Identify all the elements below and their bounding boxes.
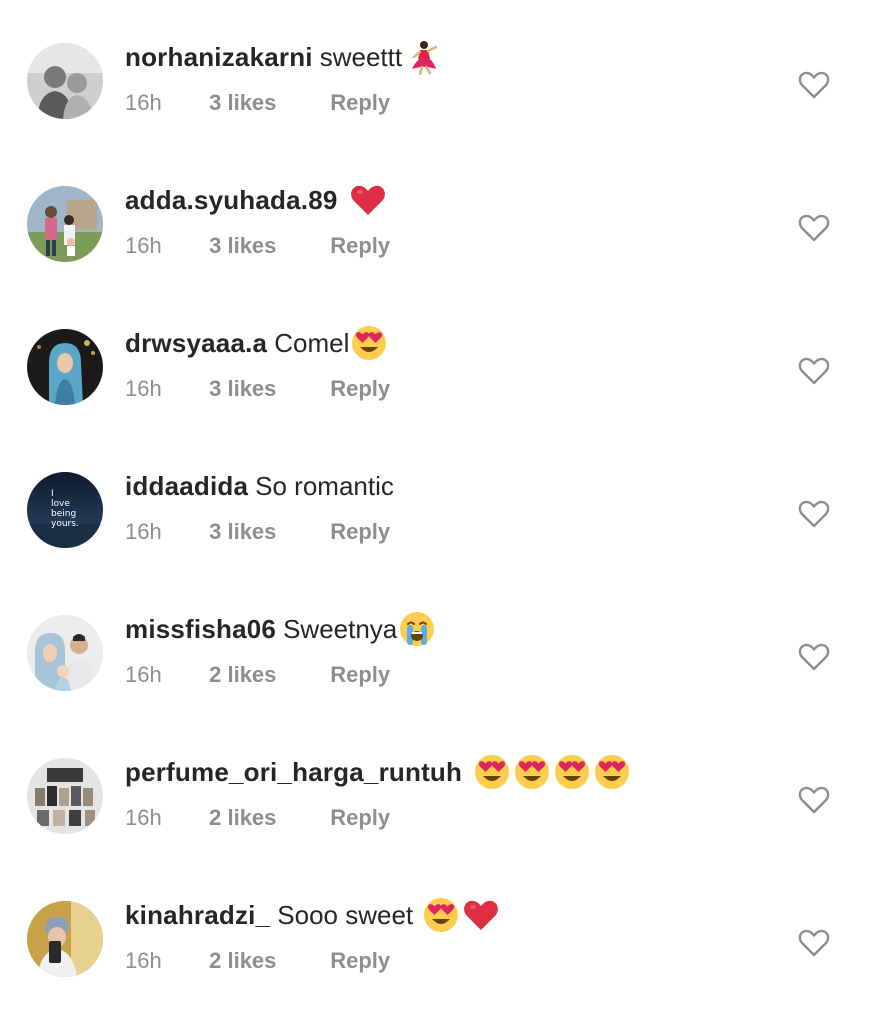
avatar[interactable]	[27, 901, 103, 977]
like-heart-icon[interactable]	[798, 927, 830, 959]
emoji-group	[474, 754, 634, 790]
username[interactable]: norhanizakarni	[125, 42, 313, 72]
timestamp: 16h	[125, 90, 162, 115]
likes-count[interactable]: 2 likes	[209, 662, 324, 688]
emoji-group	[423, 897, 503, 933]
comment-item: adda.syuhada.89 16h 3 likes Reply	[0, 185, 880, 295]
comment-text: So romantic	[255, 471, 394, 501]
likes-count[interactable]: 3 likes	[209, 233, 324, 259]
username[interactable]: missfisha06	[125, 614, 276, 644]
avatar-text-line: yours.	[51, 519, 79, 529]
comment-line: iddaadida So romantic	[125, 471, 394, 501]
avatar-text-line: I	[51, 489, 54, 499]
reply-button[interactable]: Reply	[330, 233, 390, 259]
timestamp: 16h	[125, 519, 162, 544]
reply-button[interactable]: Reply	[330, 90, 390, 116]
comment-meta: 16h 3 likes Reply	[125, 376, 390, 402]
loudly-crying-emoji	[399, 611, 435, 647]
like-heart-icon[interactable]	[798, 641, 830, 673]
reply-button[interactable]: Reply	[330, 376, 390, 402]
username[interactable]: iddaadida	[125, 471, 248, 501]
username[interactable]: perfume_ori_harga_runtuh	[125, 757, 462, 787]
comment-meta: 16h 3 likes Reply	[125, 233, 390, 259]
heart-eyes-emoji	[594, 754, 630, 790]
username[interactable]: adda.syuhada.89	[125, 185, 338, 215]
timestamp: 16h	[125, 233, 162, 258]
emoji-group	[351, 325, 391, 361]
comment-item: perfume_ori_harga_runtuh 16h 2 likes Rep…	[0, 754, 880, 867]
comment-item: kinahradzi_ Sooo sweet 16h 2 likes Reply	[0, 897, 880, 1010]
comment-list: norhanizakarni sweettt 16h 3 likes Reply…	[0, 0, 880, 1000]
heart-eyes-emoji	[423, 897, 459, 933]
likes-count[interactable]: 3 likes	[209, 519, 324, 545]
avatar-text-line: love	[51, 499, 70, 509]
comment-meta: 16h 3 likes Reply	[125, 519, 390, 545]
comment-item: norhanizakarni sweettt 16h 3 likes Reply	[0, 39, 880, 152]
comment-text: Sweetnya	[283, 614, 398, 644]
red-heart-emoji	[463, 897, 499, 933]
likes-count[interactable]: 2 likes	[209, 805, 324, 831]
heart-eyes-emoji	[351, 325, 387, 361]
username[interactable]: kinahradzi_	[125, 900, 270, 930]
username[interactable]: drwsyaaa.a	[125, 328, 267, 358]
timestamp: 16h	[125, 948, 162, 973]
reply-button[interactable]: Reply	[330, 805, 390, 831]
emoji-group	[404, 39, 444, 75]
avatar[interactable]	[27, 615, 103, 691]
comment-item: missfisha06 Sweetnya 16h 2 likes Reply	[0, 611, 880, 724]
like-heart-icon[interactable]	[798, 212, 830, 244]
dancer-emoji	[404, 39, 440, 75]
comment-line: kinahradzi_ Sooo sweet	[125, 897, 503, 933]
heart-eyes-emoji	[514, 754, 550, 790]
avatar[interactable]	[27, 329, 103, 405]
avatar[interactable]	[27, 758, 103, 834]
comment-line: drwsyaaa.a Comel	[125, 325, 391, 361]
likes-count[interactable]: 3 likes	[209, 376, 324, 402]
likes-count[interactable]: 2 likes	[209, 948, 324, 974]
heart-eyes-emoji	[474, 754, 510, 790]
comment-line: adda.syuhada.89	[125, 185, 390, 215]
comment-text: Sooo sweet	[277, 900, 414, 930]
like-heart-icon[interactable]	[798, 355, 830, 387]
comment-line: norhanizakarni sweettt	[125, 39, 444, 75]
like-heart-icon[interactable]	[798, 498, 830, 530]
timestamp: 16h	[125, 662, 162, 687]
avatar[interactable]: I love being yours.	[27, 472, 103, 548]
comment-text: Comel	[274, 328, 350, 358]
comment-text: sweettt	[319, 42, 403, 72]
comment-item: drwsyaaa.a Comel 16h 3 likes Reply	[0, 325, 880, 438]
comment-meta: 16h 2 likes Reply	[125, 948, 390, 974]
red-heart-emoji	[350, 182, 386, 218]
comment-meta: 16h 2 likes Reply	[125, 805, 390, 831]
comment-meta: 16h 3 likes Reply	[125, 90, 390, 116]
timestamp: 16h	[125, 805, 162, 830]
timestamp: 16h	[125, 376, 162, 401]
avatar[interactable]	[27, 186, 103, 262]
avatar[interactable]	[27, 43, 103, 119]
reply-button[interactable]: Reply	[330, 662, 390, 688]
reply-button[interactable]: Reply	[330, 948, 390, 974]
comment-item: I love being yours. iddaadida So romanti…	[0, 471, 880, 581]
heart-eyes-emoji	[554, 754, 590, 790]
comment-meta: 16h 2 likes Reply	[125, 662, 390, 688]
emoji-group	[350, 182, 390, 218]
comment-line: perfume_ori_harga_runtuh	[125, 754, 634, 790]
comment-line: missfisha06 Sweetnya	[125, 611, 439, 647]
avatar-text-line: being	[51, 509, 76, 519]
like-heart-icon[interactable]	[798, 69, 830, 101]
like-heart-icon[interactable]	[798, 784, 830, 816]
emoji-group	[399, 611, 439, 647]
reply-button[interactable]: Reply	[330, 519, 390, 545]
likes-count[interactable]: 3 likes	[209, 90, 324, 116]
